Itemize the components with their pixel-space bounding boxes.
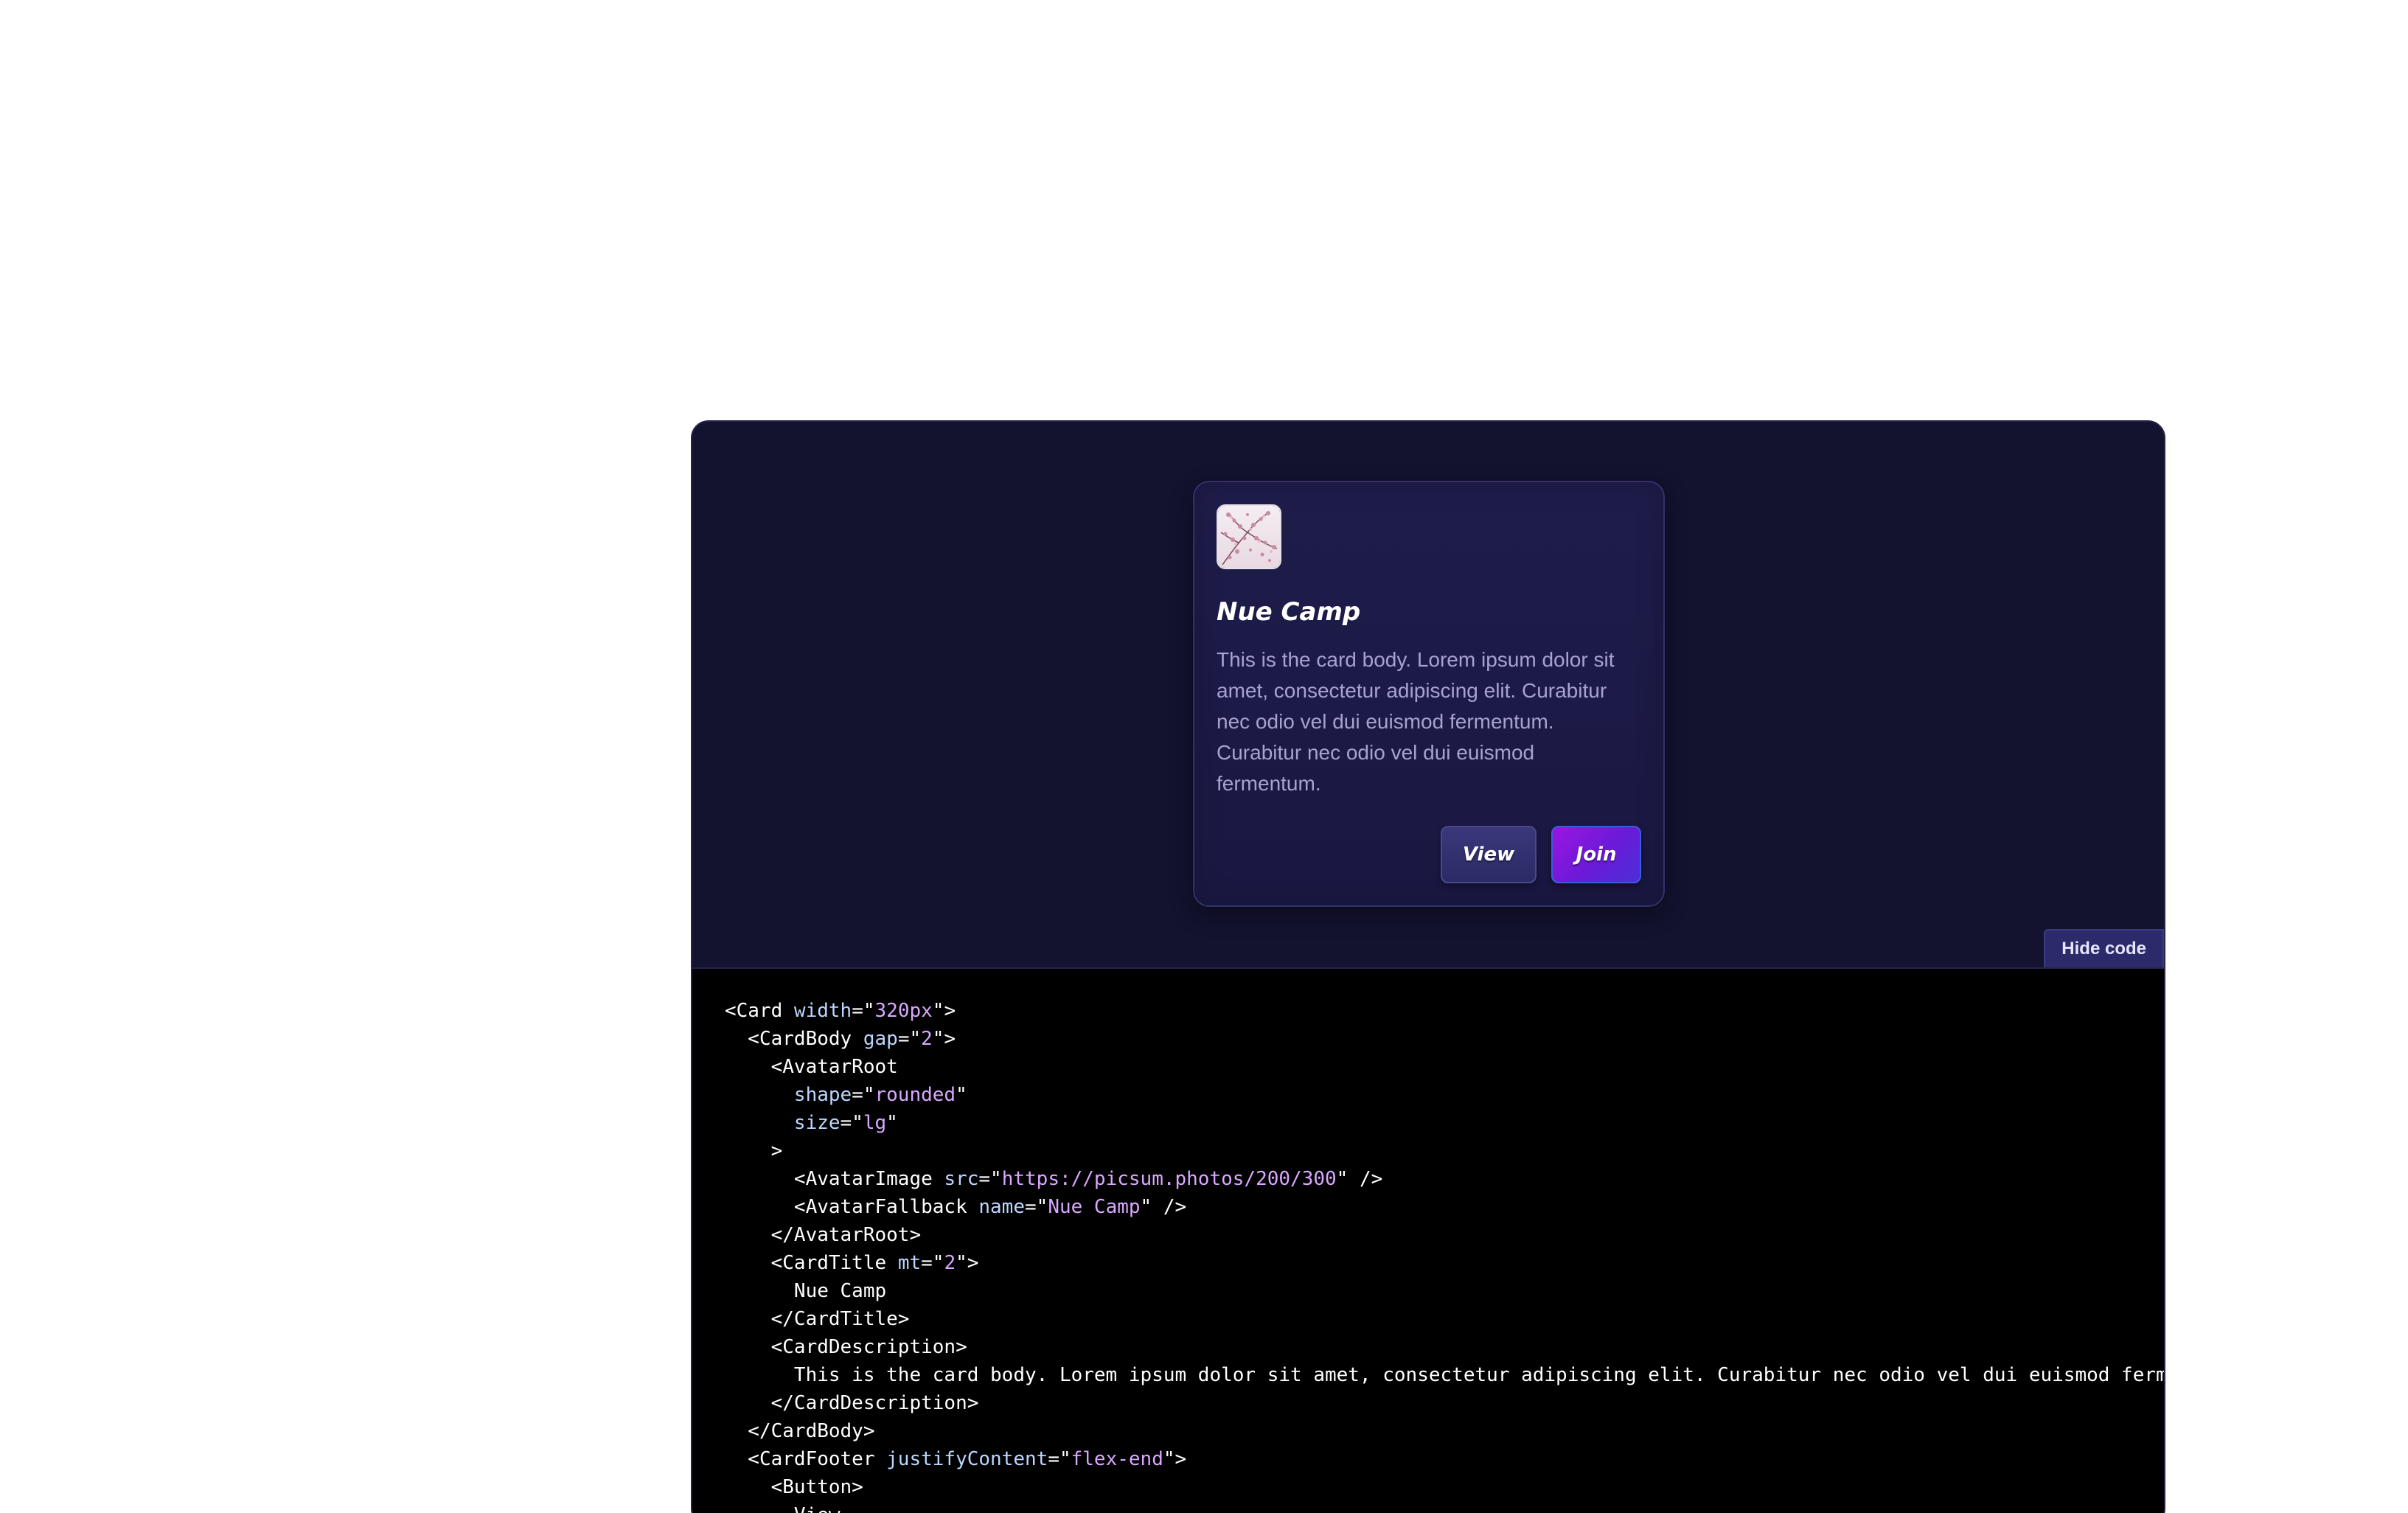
card-description: This is the card body. Lorem ipsum dolor…: [1217, 648, 1615, 795]
code-line: <Card width="320px">: [725, 997, 2164, 1025]
code-token: <Card: [725, 1000, 794, 1022]
code-token: View: [725, 1504, 841, 1513]
component-demo-frame: Nue Camp This is the card body. Lorem ip…: [691, 420, 2165, 1513]
code-line: </AvatarRoot>: [725, 1221, 2164, 1249]
code-token: </CardBody>: [725, 1420, 875, 1442]
join-button[interactable]: Join: [1551, 826, 1641, 883]
code-line: </CardTitle>: [725, 1305, 2164, 1333]
code-line: View: [725, 1501, 2164, 1513]
code-token: </AvatarRoot>: [725, 1224, 922, 1246]
code-token: size: [725, 1112, 841, 1134]
page: Nue Camp This is the card body. Lorem ip…: [0, 0, 2408, 1513]
code-token: src: [944, 1168, 979, 1190]
code-token: Nue Camp: [725, 1280, 887, 1302]
blossom-photo-icon: [1217, 504, 1281, 569]
code-token: <Button>: [725, 1476, 863, 1498]
code-token: ">: [956, 1252, 979, 1274]
code-line: <CardBody gap="2">: [725, 1025, 2164, 1053]
code-token: =": [840, 1112, 863, 1134]
card-title: Nue Camp: [1217, 597, 1361, 627]
code-token: mt: [897, 1252, 922, 1274]
code-token: ": [956, 1084, 967, 1106]
preview-pane: Nue Camp This is the card body. Lorem ip…: [692, 422, 2164, 969]
code-line: >: [725, 1137, 2164, 1165]
code-token: <CardTitle: [725, 1252, 898, 1274]
view-button[interactable]: View: [1441, 826, 1537, 883]
code-token: gap: [863, 1028, 898, 1050]
code-line: <CardDescription>: [725, 1333, 2164, 1361]
code-token: =": [897, 1028, 922, 1050]
code-token: <AvatarImage: [725, 1168, 944, 1190]
code-line: This is the card body. Lorem ipsum dolor…: [725, 1361, 2164, 1389]
code-token: ">: [932, 1028, 956, 1050]
code-line: <CardFooter justifyContent="flex-end">: [725, 1445, 2164, 1473]
code-token: width: [793, 1000, 852, 1022]
code-token: " />: [1336, 1168, 1383, 1190]
card-footer: View Join: [1441, 826, 1641, 883]
card: Nue Camp This is the card body. Lorem ip…: [1193, 481, 1665, 907]
code-token: 320px: [874, 1000, 933, 1022]
code-line: Nue Camp: [725, 1277, 2164, 1305]
code-token: </CardTitle>: [725, 1308, 910, 1330]
code-token: >: [725, 1140, 783, 1162]
code-token: lg: [863, 1112, 887, 1134]
code-token: ">: [932, 1000, 956, 1022]
hide-code-button[interactable]: Hide code: [2044, 929, 2164, 967]
code-block[interactable]: <Card width="320px"> <CardBody gap="2"> …: [692, 969, 2164, 1513]
code-token: This is the card body. Lorem ipsum dolor…: [725, 1364, 2165, 1386]
code-token: ": [886, 1112, 898, 1134]
code-line: </CardBody>: [725, 1417, 2164, 1445]
code-token: https://picsum.photos/200/300: [1001, 1168, 1337, 1190]
code-token: " />: [1140, 1196, 1187, 1218]
code-token: =": [852, 1084, 875, 1106]
code-token: ">: [1163, 1448, 1187, 1470]
code-token: =": [921, 1252, 944, 1274]
code-token: shape: [725, 1084, 852, 1106]
code-token: flex-end: [1071, 1448, 1163, 1470]
code-line: <AvatarImage src="https://picsum.photos/…: [725, 1165, 2164, 1193]
code-line: <CardTitle mt="2">: [725, 1249, 2164, 1277]
code-token: 2: [944, 1252, 956, 1274]
code-token: <CardDescription>: [725, 1336, 967, 1358]
code-token: =": [1025, 1196, 1048, 1218]
code-token: <AvatarRoot: [725, 1056, 898, 1078]
code-token: =": [852, 1000, 875, 1022]
code-line: shape="rounded": [725, 1081, 2164, 1109]
code-line: <AvatarFallback name="Nue Camp" />: [725, 1193, 2164, 1221]
code-token: <CardFooter: [725, 1448, 887, 1470]
code-token: rounded: [874, 1084, 956, 1106]
code-token: <CardBody: [725, 1028, 863, 1050]
code-line: <Button>: [725, 1473, 2164, 1501]
code-token: 2: [921, 1028, 933, 1050]
code-token: name: [978, 1196, 1025, 1218]
code-token: =": [1048, 1448, 1071, 1470]
code-line: </CardDescription>: [725, 1389, 2164, 1417]
code-line: <AvatarRoot: [725, 1053, 2164, 1081]
code-token: justifyContent: [886, 1448, 1048, 1470]
code-line: size="lg": [725, 1109, 2164, 1137]
code-token: <AvatarFallback: [725, 1196, 979, 1218]
code-token: </CardDescription>: [725, 1392, 979, 1414]
code-token: =": [978, 1168, 1002, 1190]
code-token: Nue Camp: [1048, 1196, 1141, 1218]
